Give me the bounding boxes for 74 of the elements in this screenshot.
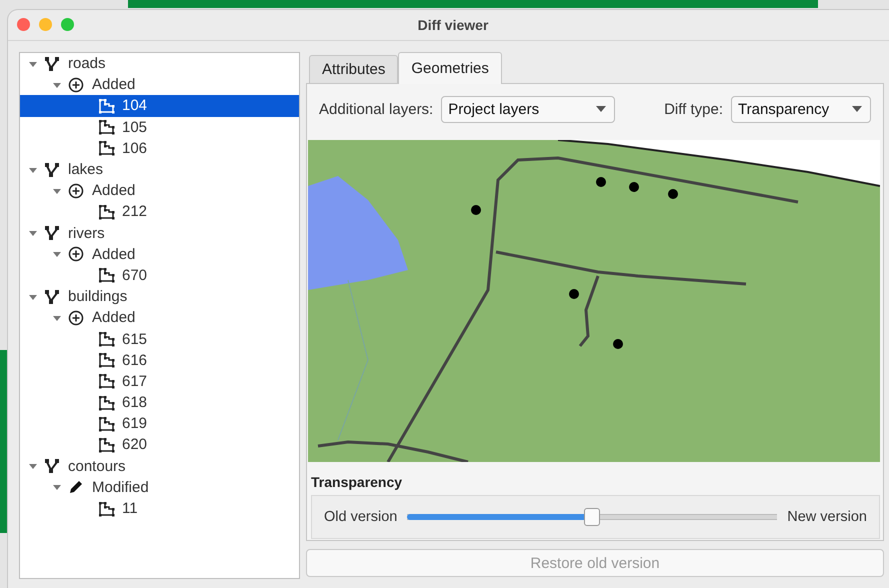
expand-caret-icon[interactable] (28, 228, 38, 238)
tree-row[interactable]: 616 (20, 350, 299, 371)
polygon-icon (98, 266, 116, 284)
polygon-icon (98, 414, 116, 433)
layers-dropdown[interactable]: Project layers (441, 96, 616, 122)
tree-row[interactable]: 619 (20, 413, 299, 434)
tree-row[interactable]: 105 (20, 116, 299, 138)
tree-item-label: 104 (122, 97, 148, 114)
tree-item-label: 11 (122, 500, 138, 518)
layer-branch-icon (44, 56, 60, 72)
tree-row[interactable]: 106 (20, 138, 299, 159)
tree-item-label: 617 (122, 372, 148, 390)
tree-row[interactable]: 212 (20, 201, 299, 222)
tab[interactable]: Geometries (398, 52, 502, 84)
add-circle-icon (68, 76, 84, 93)
tree-item-label: 616 (122, 352, 148, 369)
tree-item-label: 615 (122, 330, 148, 348)
caret-icon (596, 106, 606, 112)
expand-caret-icon[interactable] (28, 461, 38, 472)
tree-item-label: 105 (122, 118, 148, 136)
polygon-icon (98, 202, 116, 221)
expand-caret-icon[interactable] (52, 482, 62, 492)
add-circle-icon (68, 246, 84, 262)
section-title: Transparency (311, 474, 404, 490)
polygon-icon (98, 118, 116, 136)
polygon-icon (98, 96, 116, 115)
tree-row[interactable]: 104 (20, 95, 299, 117)
slider-label: Old version (324, 509, 398, 525)
tree-item-label: 620 (122, 436, 148, 454)
tree-item-label: Added (92, 76, 136, 94)
field-label: Additional layers: (319, 100, 434, 118)
tree-row[interactable]: 670 (20, 264, 299, 286)
tab[interactable]: Attributes (309, 55, 398, 83)
tree-row[interactable]: 615 (20, 328, 299, 350)
polygon-icon (98, 139, 116, 158)
tree-item-label: Added (92, 246, 136, 263)
polygon-icon (98, 394, 116, 412)
tree-row[interactable]: 620 (20, 434, 299, 456)
tree-item-label: Added (92, 182, 136, 200)
tree-row[interactable]: 617 (20, 370, 299, 392)
caret-icon (852, 106, 862, 112)
add-circle-icon (68, 182, 84, 199)
close-button[interactable] (17, 18, 30, 31)
layer-branch-icon (44, 458, 60, 474)
tree-row[interactable]: 618 (20, 392, 299, 414)
layer-branch-icon (44, 288, 60, 305)
tree-item-label: 106 (122, 140, 148, 157)
layer-branch-icon (44, 162, 60, 178)
polygon-icon (98, 330, 116, 348)
layer-branch-icon (44, 225, 60, 242)
slider-handle[interactable] (584, 508, 600, 526)
add-circle-icon (68, 310, 84, 326)
tree-item-label: roads (68, 55, 106, 72)
tree-item-label: 618 (122, 394, 148, 412)
tree-item-label: 670 (122, 266, 148, 284)
polygon-icon (98, 500, 116, 518)
expand-caret-icon[interactable] (52, 249, 62, 260)
tree-item-label: contours (68, 458, 126, 475)
tree-item-label: 212 (122, 203, 148, 220)
polygon-icon (98, 372, 116, 390)
polygon-icon (98, 351, 116, 370)
slider-label: New version (787, 509, 867, 525)
tree-item-label: rivers (68, 224, 105, 242)
diff-type-dropdown[interactable]: Transparency (731, 96, 871, 122)
tree-item-label: 619 (122, 415, 148, 432)
tree-item-label: Modified (92, 478, 149, 496)
tree-item-label: Added (92, 309, 136, 326)
field-label: Diff type: (664, 100, 723, 118)
tree-item-label: lakes (68, 161, 104, 178)
polygon-icon (98, 436, 116, 454)
tree-item-label: buildings (68, 288, 128, 306)
tree-row[interactable]: 11 (20, 498, 299, 520)
pencil-icon (68, 479, 84, 496)
window-title: Diff viewer (418, 17, 488, 33)
